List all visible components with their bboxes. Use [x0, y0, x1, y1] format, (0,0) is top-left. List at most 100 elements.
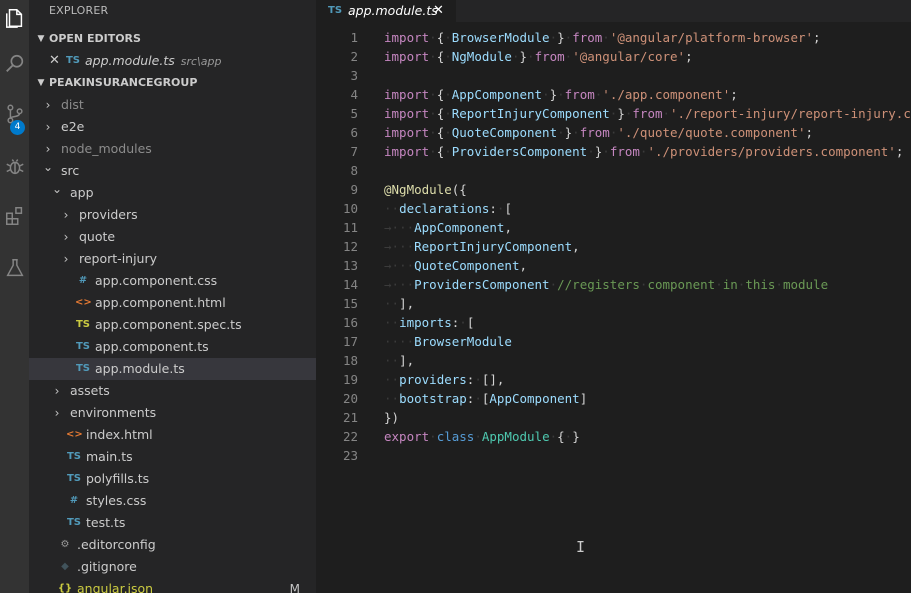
tree-item[interactable]: ◆ .gitignore	[29, 556, 316, 578]
close-icon[interactable]: ✕	[49, 50, 60, 72]
flask-icon[interactable]	[0, 250, 29, 286]
debug-icon[interactable]	[0, 148, 29, 184]
tree-item-label: .gitignore	[77, 559, 137, 574]
chevron-right-icon: ›	[63, 230, 69, 244]
code-token: ··	[399, 239, 415, 254]
tree-item[interactable]: TS main.ts	[29, 446, 316, 468]
tree-item[interactable]: › node_modules	[29, 138, 316, 160]
code-token: ··	[399, 258, 415, 273]
tree-item[interactable]: › report-injury	[29, 248, 316, 270]
code-token: ;	[685, 49, 693, 64]
code-token: './app.component'	[602, 87, 731, 102]
tree-item[interactable]: TS app.module.ts	[29, 358, 316, 380]
line-number: 12	[342, 239, 358, 254]
tree-item[interactable]: ⌄ src	[29, 160, 316, 182]
code-line: import·{·NgModule·}·from·'@angular/core'…	[384, 47, 693, 66]
open-editor-filename: app.module.ts	[85, 53, 175, 68]
tree-item[interactable]: {} angular.json M	[29, 578, 316, 593]
chevron-down-icon: ▼	[37, 78, 45, 88]
code-token: class	[436, 429, 475, 444]
chevron-right-icon: ›	[54, 384, 60, 398]
chevron-right-icon: ›	[45, 120, 51, 134]
code-line: →···ReportInjuryComponent,	[384, 237, 580, 256]
line-number: 10	[342, 201, 358, 216]
tree-item-label: providers	[79, 207, 138, 222]
chevron-right-icon: ›	[45, 142, 51, 156]
search-icon[interactable]	[0, 46, 29, 82]
code-line: ··],	[384, 351, 414, 370]
tree-item[interactable]: › assets	[29, 380, 316, 402]
tree-item-label: e2e	[61, 119, 85, 134]
tree-item-label: app	[70, 185, 94, 200]
explorer-icon[interactable]	[0, 0, 29, 36]
tree-item[interactable]: <> index.html	[29, 424, 316, 446]
code-line: ··],	[384, 294, 414, 313]
tree-item[interactable]: TS app.component.spec.ts	[29, 314, 316, 336]
code-token: ·	[602, 30, 610, 45]
code-token: from	[564, 87, 595, 102]
line-number: 11	[342, 220, 358, 235]
tree-item[interactable]: TS test.ts	[29, 512, 316, 534]
code-token: })	[384, 410, 400, 425]
tree-item[interactable]: ⚙ .editorconfig	[29, 534, 316, 556]
code-token: ·{·	[429, 30, 452, 45]
code-token: QuoteComponent	[451, 125, 558, 140]
activity-bar: 4	[0, 0, 29, 593]
chevron-right-icon: ›	[54, 406, 60, 420]
tree-item[interactable]: › environments	[29, 402, 316, 424]
line-number: 23	[342, 448, 358, 463]
typescript-file-icon: TS	[75, 363, 91, 374]
tree-item-label: .editorconfig	[77, 537, 156, 552]
typescript-file-icon: TS	[66, 517, 82, 528]
open-editors-header[interactable]: ▼ OPEN EDITORS	[29, 28, 316, 50]
code-token: ··	[384, 372, 400, 387]
tree-item-label: polyfills.ts	[86, 471, 150, 486]
open-editor-item[interactable]: ✕ TS app.module.ts src\app	[29, 50, 316, 72]
tree-item-label: app.module.ts	[95, 361, 185, 376]
tree-item[interactable]: TS polyfills.ts	[29, 468, 316, 490]
code-token: ·{·	[429, 49, 452, 64]
tree-item[interactable]: TS app.component.ts	[29, 336, 316, 358]
code-editor[interactable]: 1 import·{·BrowserModule·}·from·'@angular…	[316, 22, 911, 593]
code-line: ··imports:·[	[384, 313, 474, 332]
code-token: ],	[399, 296, 415, 311]
tree-item[interactable]: › quote	[29, 226, 316, 248]
code-token: AppComponent	[414, 220, 505, 235]
code-token: providers	[399, 372, 467, 387]
typescript-file-icon: TS	[66, 473, 82, 484]
tree-item[interactable]: # styles.css	[29, 490, 316, 512]
code-token: ·}·	[549, 30, 573, 45]
tree-item-label: styles.css	[86, 493, 147, 508]
code-token: ··	[384, 296, 400, 311]
code-token: :·[	[489, 201, 512, 216]
code-token: ,	[519, 258, 528, 273]
html-file-icon: <>	[66, 429, 83, 440]
tree-item[interactable]: › dist	[29, 94, 316, 116]
typescript-file-icon: TS	[328, 5, 343, 16]
code-token: ·}·	[587, 144, 610, 159]
tree-item-label: index.html	[86, 427, 153, 442]
code-line: ····BrowserModule	[384, 332, 512, 351]
code-line: import·{·QuoteComponent·}·from·'./quote/…	[384, 123, 813, 142]
chevron-down-icon: ▼	[37, 34, 45, 44]
tree-item-label: node_modules	[61, 141, 152, 156]
tree-item-label: main.ts	[86, 449, 133, 464]
chevron-down-icon: ⌄	[52, 182, 63, 196]
extensions-icon[interactable]	[0, 198, 29, 234]
tab-close-icon[interactable]: ✕	[433, 0, 444, 22]
tree-item[interactable]: <> app.component.html	[29, 292, 316, 314]
tree-item[interactable]: ⌄ app	[29, 182, 316, 204]
code-token: from	[609, 144, 640, 159]
code-token: →·	[384, 258, 400, 273]
tree-item[interactable]: › providers	[29, 204, 316, 226]
html-file-icon: <>	[75, 297, 92, 308]
code-line: ··providers:·[],	[384, 370, 504, 389]
code-token: ,	[572, 239, 580, 254]
code-token: export	[384, 429, 430, 444]
line-number: 3	[350, 68, 358, 83]
project-header[interactable]: ▼ PEAKINSURANCEGROUP	[29, 72, 316, 94]
tab-app-module[interactable]: TS app.module.ts ✕	[316, 0, 456, 22]
tree-item[interactable]: # app.component.css	[29, 270, 316, 292]
json-file-icon: {}	[57, 583, 73, 593]
tree-item[interactable]: › e2e	[29, 116, 316, 138]
